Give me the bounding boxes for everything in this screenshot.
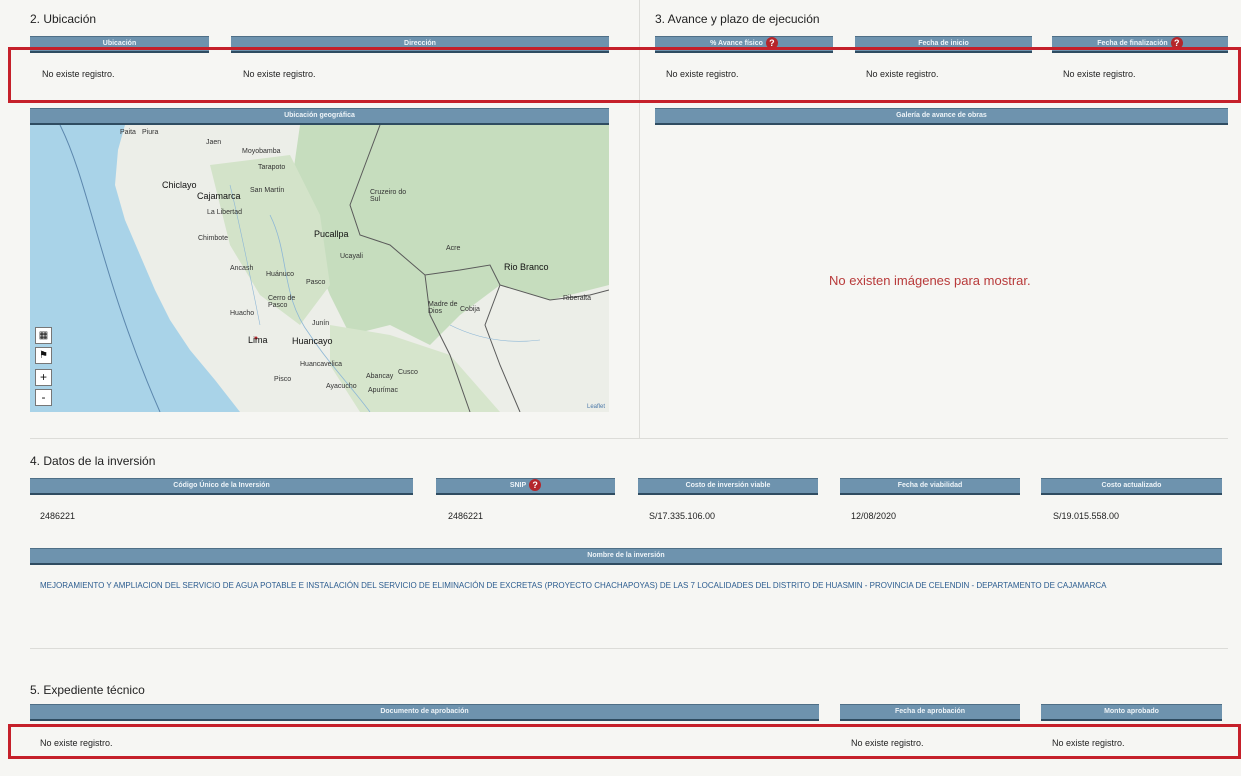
value-costo-viable: S/17.335.106.00 — [649, 511, 716, 521]
section-2-title: 2. Ubicación — [30, 12, 97, 26]
header-ubicacion-geografica: Ubicación geográfica — [30, 108, 609, 125]
map-label: Pisco — [274, 376, 292, 383]
map-label: Huancavelica — [300, 361, 343, 368]
value-snip: 2486221 — [448, 511, 484, 521]
header-costo-viable: Costo de inversión viable — [638, 478, 818, 495]
header-costo-act-label: Costo actualizado — [1101, 482, 1162, 489]
header-direccion-label: Dirección — [404, 40, 436, 47]
section-4-title: 4. Datos de la inversión — [30, 454, 156, 468]
header-mapa-label: Ubicación geográfica — [284, 112, 355, 119]
header-costo-label: Costo de inversión viable — [685, 482, 771, 489]
header-avance-label: % Avance físico — [710, 40, 763, 47]
map-label: Ayacucho — [326, 383, 357, 390]
header-codigo-label: Código Único de la Inversión — [173, 482, 270, 489]
map-label: Jaen — [206, 139, 222, 146]
map-label: Junín — [312, 320, 330, 327]
header-snip: SNIP? — [436, 478, 615, 495]
investment-name: MEJORAMIENTO Y AMPLIACION DEL SERVICIO D… — [40, 581, 1107, 590]
map-label: Pucallpa — [314, 229, 349, 239]
header-monto-aprobado: Monto aprobado — [1041, 704, 1222, 721]
header-nombre-label: Nombre de la inversión — [587, 552, 665, 559]
map-label: Madre de Dios — [428, 301, 458, 315]
map-label: Riberalta — [563, 295, 592, 302]
map-label: Abancay — [366, 373, 394, 380]
header-doc-label: Documento de aprobación — [380, 708, 469, 715]
header-nombre-inversion: Nombre de la inversión — [30, 548, 1222, 565]
map-label: Cerro de Pasco — [268, 295, 296, 309]
map-label: Chiclayo — [162, 180, 197, 190]
header-fecha-viab-label: Fecha de viabilidad — [897, 482, 963, 489]
map-label: Cajamarca — [197, 191, 241, 201]
map-label: San Martín — [250, 187, 285, 194]
map-label: Cruzeiro do Sul — [370, 189, 407, 203]
header-galeria: Galería de avance de obras — [655, 108, 1228, 125]
location-map[interactable]: Paita Piura Jaen Moyobamba Tarapoto Chic… — [30, 125, 609, 412]
map-label: Piura — [142, 129, 159, 136]
header-codigo-unico: Código Único de la Inversión — [30, 478, 413, 495]
header-fecha-aprobacion: Fecha de aprobación — [840, 704, 1020, 721]
header-costo-actualizado: Costo actualizado — [1041, 478, 1222, 495]
map-label: Lima — [248, 335, 268, 345]
map-label: Huancayo — [292, 336, 333, 346]
header-fin-label: Fecha de finalización — [1097, 40, 1168, 47]
highlight-box-row-1 — [8, 47, 1241, 103]
map-label: La Libertad — [207, 209, 243, 216]
map-label: Cobija — [460, 306, 480, 313]
zoom-out-button[interactable]: - — [35, 389, 52, 406]
header-fecha-apr-label: Fecha de aprobación — [894, 708, 966, 715]
header-snip-label: SNIP — [509, 482, 527, 489]
header-documento-aprobacion: Documento de aprobación — [30, 704, 819, 721]
value-fecha-viabilidad: 12/08/2020 — [851, 511, 897, 521]
header-ubicacion-label: Ubicación — [102, 40, 137, 47]
map-label: Rio Branco — [504, 262, 549, 272]
map-label: Apurímac — [368, 387, 398, 394]
layers-icon[interactable]: ▦ — [35, 327, 52, 344]
map-label: Ucayali — [340, 253, 363, 260]
map-label: Moyobamba — [242, 148, 281, 155]
map-label: Huánuco — [266, 271, 295, 278]
help-icon[interactable]: ? — [529, 479, 542, 492]
header-inicio-label: Fecha de inicio — [918, 40, 969, 47]
value-codigo-unico: 2486221 — [40, 511, 76, 521]
leaflet-attribution[interactable]: Leaflet — [587, 404, 605, 410]
header-monto-label: Monto aprobado — [1104, 708, 1159, 715]
map-label: Huacho — [230, 310, 255, 317]
horizontal-divider — [30, 438, 1228, 439]
header-fecha-viabilidad: Fecha de viabilidad — [840, 478, 1020, 495]
map-label: Cusco — [398, 369, 418, 376]
horizontal-divider — [30, 648, 1228, 649]
map-label: Chimbote — [198, 235, 228, 242]
header-galeria-label: Galería de avance de obras — [896, 112, 987, 119]
map-label: Tarapoto — [258, 164, 286, 171]
peru-map-icon[interactable]: ⚑ — [35, 347, 52, 364]
map-label: Pasco — [306, 279, 326, 286]
zoom-in-button[interactable]: + — [35, 369, 52, 386]
value-costo-actualizado: S/19.015.558.00 — [1053, 511, 1120, 521]
section-5-title: 5. Expediente técnico — [30, 683, 145, 697]
map-label: Paita — [120, 129, 136, 136]
section-3-title: 3. Avance y plazo de ejecución — [655, 12, 820, 26]
no-images-message: No existen imágenes para mostrar. — [829, 273, 1031, 288]
map-label: Ancash — [230, 265, 254, 272]
map-label: Acre — [446, 245, 461, 252]
highlight-box-row-2 — [8, 724, 1241, 759]
